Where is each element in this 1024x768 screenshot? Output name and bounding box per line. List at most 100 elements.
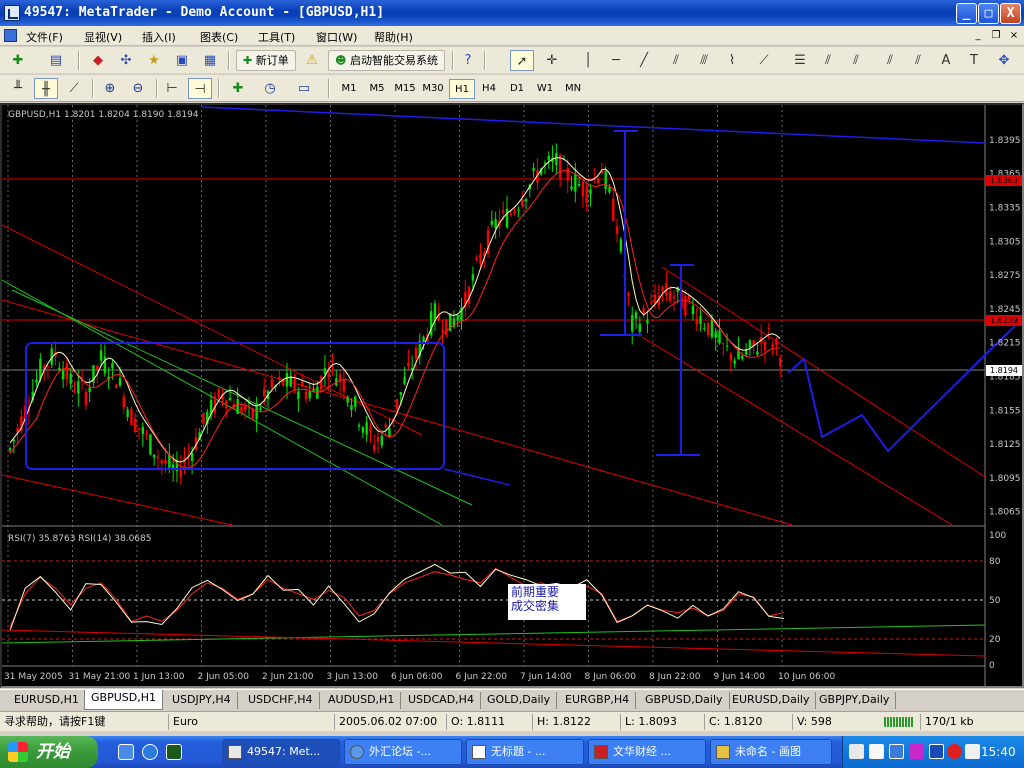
red-channel-upper[interactable]: [661, 266, 986, 478]
quicklaunch-desktop-icon[interactable]: [118, 744, 134, 760]
metatrader-app-icon[interactable]: [4, 5, 20, 21]
zoom-out-icon[interactable]: ⊖: [126, 78, 150, 99]
keyboard-icon[interactable]: [849, 744, 864, 759]
menu-help[interactable]: 帮助(H): [374, 29, 413, 45]
horizontal-line-icon[interactable]: ─: [604, 50, 628, 71]
zoom-in-icon[interactable]: ⊕: [98, 78, 122, 99]
blue-top-trendline[interactable]: [201, 106, 986, 144]
close-button[interactable]: X: [1000, 3, 1021, 24]
ime-icon[interactable]: [869, 744, 884, 759]
menu-insert[interactable]: 插入(I): [142, 29, 176, 45]
periodicity-icon[interactable]: ◷: [258, 78, 282, 99]
connection-status-icon[interactable]: [884, 717, 914, 727]
minimize-button[interactable]: _: [956, 3, 977, 24]
tab-usdjpy-h4[interactable]: USDJPY,H4: [166, 692, 238, 709]
start-button[interactable]: 开始: [0, 736, 98, 768]
cursor-tool-icon[interactable]: ➚: [510, 50, 534, 71]
candlestick-chart-icon[interactable]: ╫: [34, 78, 58, 99]
menu-view[interactable]: 显视(V): [84, 29, 122, 45]
regression-channel-icon[interactable]: ⫽: [906, 50, 930, 71]
chart-window-icon[interactable]: [4, 29, 17, 42]
tab-usdchf-h4[interactable]: USDCHF,H4: [242, 692, 320, 709]
menu-charts[interactable]: 图表(C): [200, 29, 238, 45]
bar-chart-icon[interactable]: ╨: [6, 78, 30, 99]
auto-scroll-icon[interactable]: ⊣: [188, 78, 212, 99]
gann-fan-icon[interactable]: ⟋: [752, 50, 776, 71]
task-metatrader[interactable]: 49547: Met...: [222, 739, 340, 765]
indicators-icon[interactable]: ✚: [226, 78, 250, 99]
tab-gbpusd-daily[interactable]: GBPUSD,Daily: [639, 692, 730, 709]
tab-usdcad-h4[interactable]: USDCAD,H4: [402, 692, 481, 709]
menu-window[interactable]: 窗口(W): [316, 29, 357, 45]
expert-advisors-button[interactable]: ☻ 启动智能交易系统: [328, 50, 445, 71]
channel-icon[interactable]: ⫽: [664, 50, 688, 71]
tab-gbpusd-h1[interactable]: GBPUSD,H1: [84, 690, 163, 710]
period-m5[interactable]: M5: [364, 79, 390, 99]
help-icon[interactable]: ?: [456, 50, 480, 71]
task-forex-forum[interactable]: 外汇论坛 -...: [344, 739, 462, 765]
tab-eurusd-h1[interactable]: EURUSD,H1: [8, 692, 86, 709]
vertical-line-icon[interactable]: │: [576, 50, 600, 71]
profiles-icon[interactable]: ▤: [44, 50, 68, 71]
period-h4[interactable]: H4: [476, 79, 502, 99]
messenger-icon[interactable]: [929, 744, 944, 759]
notepad-task-icon: [472, 745, 486, 759]
task-paint[interactable]: 未命名 - 画图: [710, 739, 832, 765]
tab-gbpjpy-daily[interactable]: GBPJPY,Daily: [813, 692, 897, 709]
parallel-lines-icon[interactable]: ⫽: [878, 50, 902, 71]
terminal-icon[interactable]: ★: [142, 50, 166, 71]
tab-audusd-h1[interactable]: AUDUSD,H1: [322, 692, 402, 709]
fib-fan-icon[interactable]: ⫽: [816, 50, 840, 71]
warning-icon[interactable]: ⚠: [300, 50, 324, 71]
task-wenhua[interactable]: 文华财经 ...: [588, 739, 706, 765]
chart-window[interactable]: GBPUSD,H1 1.8201 1.8204 1.8190 1.8194 RS…: [0, 103, 1024, 688]
period-m1[interactable]: M1: [336, 79, 362, 99]
candle-body: [58, 367, 61, 371]
history-center-icon[interactable]: ▦: [198, 50, 222, 71]
navigator-icon[interactable]: ✣: [114, 50, 138, 71]
tab-eurgbp-h4[interactable]: EURGBP,H4: [559, 692, 637, 709]
tester-icon[interactable]: ▣: [170, 50, 194, 71]
fib-timezones-icon[interactable]: ⫽: [844, 50, 868, 71]
antivirus-icon[interactable]: [947, 744, 962, 759]
period-mn[interactable]: MN: [560, 79, 586, 99]
period-h1[interactable]: H1: [449, 79, 475, 99]
tab-gold-daily[interactable]: GOLD,Daily: [481, 692, 558, 709]
volume-icon[interactable]: [965, 744, 980, 759]
fib-expansion-icon[interactable]: ⫻: [692, 50, 716, 71]
text-label-icon[interactable]: T: [962, 50, 986, 71]
period-m15[interactable]: M15: [392, 79, 418, 99]
new-chart-icon[interactable]: ✚: [6, 50, 30, 71]
chart-shift-icon[interactable]: ⊢: [160, 78, 184, 99]
crosshair-tool-icon[interactable]: ✛: [540, 50, 564, 71]
templates-icon[interactable]: ▭: [292, 78, 316, 99]
task-notepad[interactable]: 无标题 - ...: [466, 739, 584, 765]
network-icon[interactable]: [889, 744, 904, 759]
fib-arcs-icon[interactable]: ⌇: [720, 50, 744, 71]
title-bar[interactable]: 49547: MetaTrader - Demo Account - [GBPU…: [0, 0, 1024, 26]
quicklaunch-app-icon[interactable]: [166, 744, 182, 760]
mdi-minimize-button[interactable]: _: [970, 28, 986, 43]
text-tool-icon[interactable]: A: [934, 50, 958, 71]
arrows-tool-icon[interactable]: ✥: [992, 50, 1016, 71]
status-profile[interactable]: Euro: [168, 714, 202, 730]
menu-file[interactable]: 文件(F): [26, 29, 63, 45]
tab-eurusd-daily[interactable]: EURUSD,Daily: [726, 692, 817, 709]
menu-tools[interactable]: 工具(T): [258, 29, 295, 45]
new-order-button[interactable]: ✚ 新订单: [236, 50, 296, 71]
maximize-button[interactable]: □: [978, 3, 999, 24]
period-w1[interactable]: W1: [532, 79, 558, 99]
candle-body: [604, 171, 607, 189]
period-d1[interactable]: D1: [504, 79, 530, 99]
mdi-restore-button[interactable]: ❐: [988, 28, 1004, 43]
period-m30[interactable]: M30: [420, 79, 446, 99]
trendline-icon[interactable]: ╱: [632, 50, 656, 71]
red-trendline-3[interactable]: [2, 474, 233, 526]
fib-retracement-icon[interactable]: ☰: [788, 50, 812, 71]
line-chart-icon[interactable]: ⟋: [62, 78, 86, 99]
help-tray-icon[interactable]: [909, 744, 924, 759]
annotation-note[interactable]: 前期重要 成交密集: [508, 584, 586, 620]
market-watch-icon[interactable]: ◆: [86, 50, 110, 71]
mdi-close-button[interactable]: ×: [1006, 28, 1022, 43]
quicklaunch-ie-icon[interactable]: [142, 744, 158, 760]
